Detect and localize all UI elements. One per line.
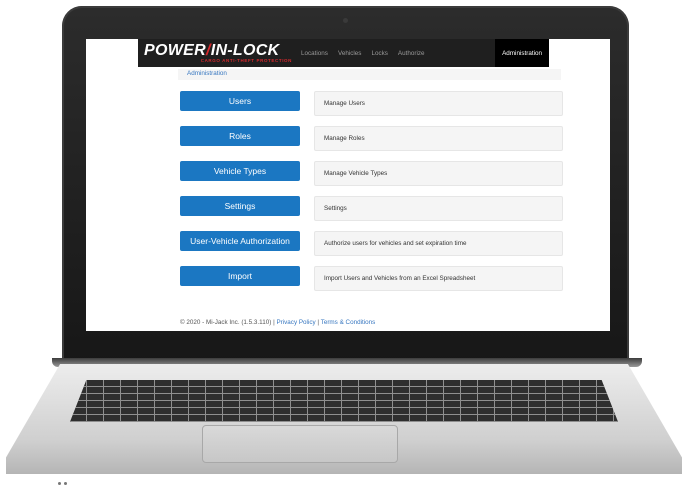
footer-copyright: © 2020 - Mi-Jack Inc. (1.5.3.110) | (180, 319, 275, 326)
status-lights (58, 472, 70, 485)
settings-description: Settings (314, 196, 563, 221)
vehicle-types-description: Manage Vehicle Types (314, 161, 563, 186)
logo-tagline: CARGO ANTI-THEFT PROTECTION (200, 57, 292, 63)
keyboard-rows (70, 380, 618, 422)
user-vehicle-authorization-button[interactable]: User-Vehicle Authorization (180, 231, 300, 251)
app-screen: POWER/IN-LOCK CARGO ANTI-THEFT PROTECTIO… (86, 39, 610, 331)
roles-button[interactable]: Roles (180, 126, 300, 146)
top-navbar: POWER/IN-LOCK CARGO ANTI-THEFT PROTECTIO… (138, 39, 549, 67)
users-button[interactable]: Users (180, 91, 300, 111)
brand-logo[interactable]: POWER/IN-LOCK CARGO ANTI-THEFT PROTECTIO… (138, 41, 296, 64)
roles-description: Manage Roles (314, 126, 563, 151)
privacy-policy-link[interactable]: Privacy Policy (276, 319, 315, 326)
webcam-icon (343, 18, 348, 23)
nav-vehicles[interactable]: Vehicles (333, 39, 366, 67)
nav-administration[interactable]: Administration (495, 39, 549, 67)
footer-separator: | (317, 319, 320, 326)
user-vehicle-authorization-description: Authorize users for vehicles and set exp… (314, 231, 563, 256)
import-description: Import Users and Vehicles from an Excel … (314, 266, 563, 291)
nav-authorize[interactable]: Authorize (393, 39, 430, 67)
terms-conditions-link[interactable]: Terms & Conditions (321, 319, 376, 326)
users-description: Manage Users (314, 91, 563, 116)
page-footer: © 2020 - Mi-Jack Inc. (1.5.3.110) | Priv… (180, 319, 375, 326)
breadcrumb-bar (178, 69, 561, 80)
breadcrumb[interactable]: Administration (187, 70, 227, 77)
logo-wordmark: POWER/IN-LOCK (144, 41, 280, 59)
settings-button[interactable]: Settings (180, 196, 300, 216)
trackpad (202, 425, 398, 463)
import-button[interactable]: Import (180, 266, 300, 286)
vehicle-types-button[interactable]: Vehicle Types (180, 161, 300, 181)
nav-locks[interactable]: Locks (366, 39, 392, 67)
nav-locations[interactable]: Locations (296, 39, 333, 67)
